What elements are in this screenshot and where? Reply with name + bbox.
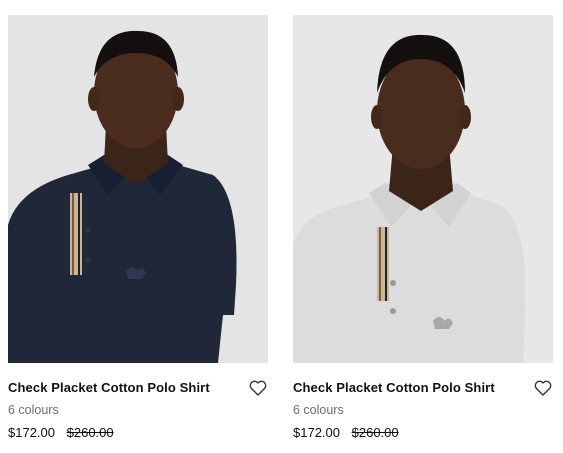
heart-outline-icon[interactable] <box>248 378 268 398</box>
product-title[interactable]: Check Placket Cotton Polo Shirt <box>8 379 268 397</box>
heart-outline-icon[interactable] <box>533 378 553 398</box>
price-row: $172.00 $260.00 <box>8 425 268 441</box>
product-image[interactable] <box>8 15 268 363</box>
sale-price: $172.00 <box>293 425 340 440</box>
sale-price: $172.00 <box>8 425 55 440</box>
colour-count: 6 colours <box>8 403 59 417</box>
price-row: $172.00 $260.00 <box>293 425 553 441</box>
product-image[interactable] <box>293 15 553 363</box>
original-price: $260.00 <box>66 425 114 440</box>
product-card[interactable]: Check Placket Cotton Polo Shirt 6 colour… <box>8 15 268 441</box>
product-card[interactable]: Check Placket Cotton Polo Shirt 6 colour… <box>293 15 553 441</box>
colour-count: 6 colours <box>293 403 344 417</box>
original-price: $260.00 <box>351 425 399 440</box>
product-title[interactable]: Check Placket Cotton Polo Shirt <box>293 379 553 397</box>
